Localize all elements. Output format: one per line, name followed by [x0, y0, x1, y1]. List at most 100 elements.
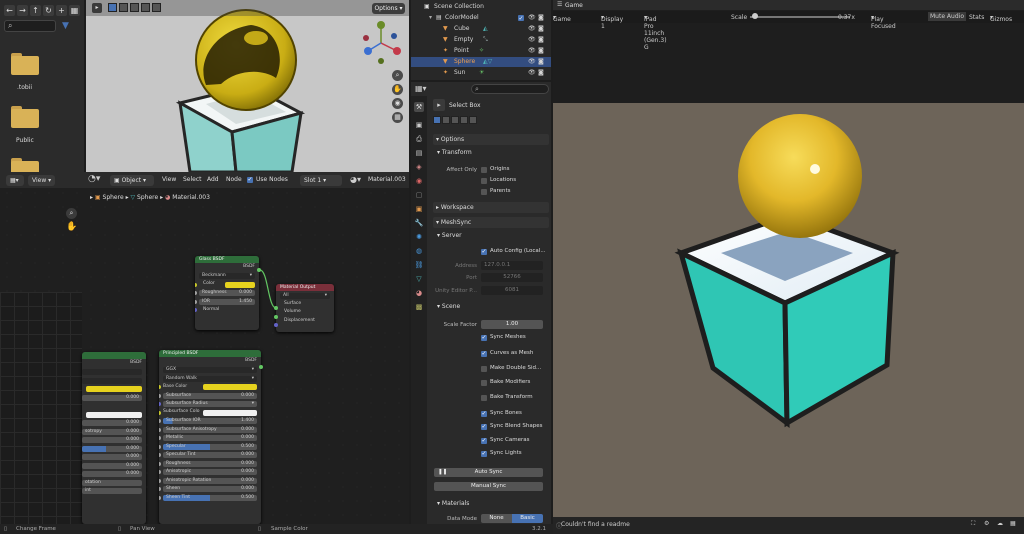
hand-pan-icon[interactable]: ✋ [66, 223, 77, 232]
socket[interactable] [159, 402, 161, 406]
field-row[interactable]: 0.000 [82, 436, 146, 445]
manual-sync-button[interactable]: Manual Sync [434, 482, 543, 491]
color-swatch[interactable] [86, 411, 142, 418]
outliner-row[interactable]: ▼ Empty ⤡ 👁 ◙ [411, 35, 551, 45]
properties-panel[interactable]: ▦▾ ⌕ ⚒ ▣ ⎙ ▤ ◈ ◉ ▢ ▣ 🔧 ✺ ◍ ⛓ ▽ ◕ ▩ ▸ Sel… [411, 82, 551, 524]
collection-tab-icon[interactable]: ▢ [414, 190, 424, 200]
material-tab-icon[interactable]: ◕ [414, 288, 424, 298]
grid-icon[interactable]: ▦ [392, 112, 403, 123]
view-layer-tab-icon[interactable]: ▤ [414, 148, 424, 158]
outliner[interactable]: ▣ Scene Collection ▾ ▤ ColorModel 👁 ◙ ▼ … [411, 0, 551, 80]
render-tab-icon[interactable]: ▣ [414, 120, 424, 130]
folder-icon[interactable] [11, 53, 39, 75]
sheen-tint-row[interactable]: Sheen Tint 0.500 [159, 493, 261, 502]
slot-dropdown[interactable]: Slot 1 ▾ [300, 175, 342, 186]
gizmos-dropdown[interactable]: Gizmos ▾ [990, 14, 1012, 24]
locations-checkbox[interactable] [481, 178, 487, 184]
3d-viewport[interactable]: ▸ Options ▾ ⌕ ✋ ◉ ▦ [86, 0, 409, 172]
scale-factor-field[interactable]: 1.00 [481, 320, 543, 329]
game-mode-dropdown[interactable]: Game ▾ [553, 14, 571, 24]
color-swatch[interactable] [203, 384, 257, 390]
mute-audio-toggle[interactable]: Mute Audio [928, 12, 966, 21]
texture-tab-icon[interactable]: ▩ [414, 302, 424, 312]
camera-icon[interactable]: ◉ [392, 98, 403, 109]
hand-pan-icon[interactable]: ✋ [392, 84, 403, 95]
color-row[interactable]: Color [195, 280, 259, 289]
exclude-checkbox[interactable] [518, 14, 524, 24]
material-sphere-icon[interactable]: ◕▾ [350, 176, 361, 184]
refresh-icon[interactable]: ↻ [43, 5, 54, 16]
data-mode-none[interactable]: None [481, 514, 512, 523]
outliner-row[interactable]: ✦ Sun ☀ 👁 ◙ [411, 68, 551, 78]
left-editor-type-icon[interactable]: ▦▾ [6, 175, 24, 186]
dropdown-row[interactable] [82, 376, 146, 385]
left-view-menu[interactable]: View ▾ [28, 175, 56, 186]
file-search-input[interactable]: ⌕ [4, 20, 56, 32]
debug-icon[interactable]: ⚙ [984, 520, 989, 527]
color-row[interactable] [82, 410, 146, 419]
menu-add[interactable]: Add [207, 176, 219, 183]
select-mode-icon[interactable] [108, 3, 117, 12]
eye-icon[interactable]: 👁 [528, 68, 536, 78]
socket[interactable] [159, 385, 161, 389]
ior-row[interactable]: IOR 1.450 [195, 297, 259, 306]
parent-dir-icon[interactable]: ↑ [30, 5, 41, 16]
color-swatch[interactable] [203, 409, 257, 416]
select-intersect-icon[interactable] [152, 3, 161, 12]
options-dropdown[interactable]: Options ▾ [372, 3, 405, 14]
outliner-row-scene-collection[interactable]: ▣ Scene Collection [411, 2, 551, 12]
partial-principled-node[interactable]: BSDF 0.000 0.000 sotropy 0.000 0.000 0.00… [82, 352, 146, 524]
scene-tab-icon[interactable]: ◈ [414, 162, 424, 172]
address-field[interactable]: 127.0.0.1 [481, 261, 543, 270]
scale-slider-thumb[interactable] [752, 13, 758, 19]
zoom-icon[interactable]: ⌕ [392, 70, 403, 81]
socket[interactable] [159, 436, 161, 440]
subsurface-method-row[interactable]: Random Walk ▾ [159, 374, 261, 383]
navigation-gizmo[interactable] [356, 18, 406, 68]
socket[interactable] [259, 365, 263, 369]
field-row[interactable]: 0.000 [82, 453, 146, 462]
field-row[interactable]: sotropy 0.000 [82, 427, 146, 436]
socket[interactable] [159, 487, 161, 491]
subsurface-radius-row[interactable]: Subsurface Radius ▾ [159, 400, 261, 409]
socket[interactable] [274, 315, 278, 319]
menu-select[interactable]: Select [183, 176, 202, 183]
eye-icon[interactable]: 👁 [528, 24, 536, 34]
properties-search-input[interactable]: ⌕ [471, 84, 549, 94]
principled-bsdf-node[interactable]: Principled BSDF BSDF GGX ▾ Random Walk ▾ B… [159, 350, 261, 524]
zoom-icon[interactable]: ⌕ [66, 208, 77, 219]
menu-view[interactable]: View [162, 176, 176, 183]
forward-arrow-icon[interactable]: → [17, 5, 28, 16]
make-double-sided-checkbox[interactable] [481, 366, 487, 372]
origins-checkbox[interactable] [481, 167, 487, 173]
socket[interactable] [159, 495, 161, 500]
select-invert-icon[interactable] [141, 3, 150, 12]
socket[interactable] [159, 444, 161, 449]
new-folder-icon[interactable]: + [56, 5, 67, 16]
tool-tab-icon[interactable]: ⚒ [414, 102, 424, 112]
back-arrow-icon[interactable]: ← [4, 5, 15, 16]
field-row[interactable]: 0.000 [82, 419, 146, 428]
curves-as-mesh-checkbox[interactable] [481, 350, 487, 357]
port-field[interactable]: 52766 [481, 273, 543, 282]
subsection-scene[interactable]: ▾ Scene [437, 303, 460, 310]
roughness-row[interactable]: Roughness 0.000 [159, 459, 261, 468]
specular-tint-row[interactable]: Specular Tint 0.000 [159, 451, 261, 460]
distribution-row[interactable]: Beckmann ▾ [195, 272, 259, 281]
roughness-row[interactable]: Roughness 0.000 [195, 289, 259, 298]
auto-config-checkbox[interactable] [481, 248, 487, 255]
shader-type-icon[interactable]: ◔▾ [88, 175, 100, 184]
target-row[interactable]: All ▾ [276, 291, 334, 300]
device-dropdown[interactable]: iPad Pro 11inch (Gen.3) G ▾ [644, 14, 667, 52]
sync-lights-checkbox[interactable] [481, 450, 487, 457]
color-row[interactable] [82, 385, 146, 394]
dropdown-row[interactable] [82, 368, 146, 377]
mode-extend-icon[interactable] [442, 116, 450, 124]
socket[interactable] [159, 393, 161, 398]
outliner-row[interactable]: ✦ Point ✧ 👁 ◙ [411, 46, 551, 56]
select-subtract-icon[interactable] [130, 3, 139, 12]
sync-meshes-checkbox[interactable] [481, 334, 487, 341]
game-render-view[interactable] [553, 103, 1024, 517]
mode-set-icon[interactable] [433, 116, 441, 124]
camera-render-icon[interactable]: ◙ [538, 46, 544, 56]
